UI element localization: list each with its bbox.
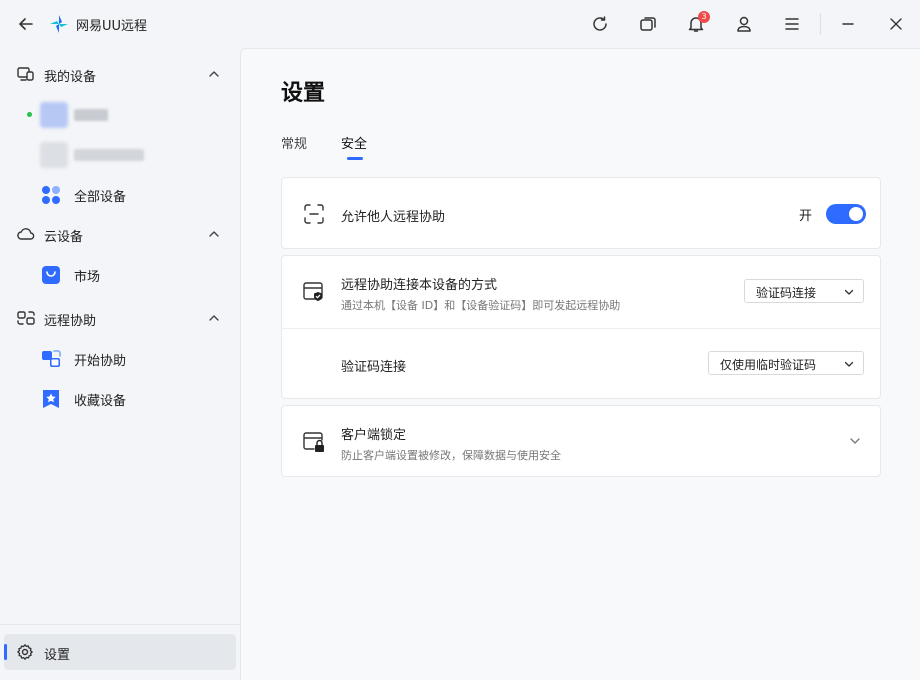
- sidebar-item-label: 设置: [44, 648, 71, 663]
- remote-assist-icon: [16, 309, 36, 327]
- sidebar-item-label: 开始协助: [74, 354, 127, 369]
- sidebar-section-cloud-devices[interactable]: 云设备: [0, 216, 240, 252]
- notification-bell-icon[interactable]: 3: [684, 11, 710, 36]
- sidebar-section-label: 我的设备: [44, 70, 97, 85]
- sidebar-divider: [0, 624, 240, 625]
- minimize-icon[interactable]: [836, 12, 860, 36]
- sidebar: 我的设备 全部设备 云设备 市场 远程协助 开始协助 收藏设备 设置: [0, 48, 240, 680]
- cloud-icon: [16, 225, 36, 243]
- app-logo-icon: [48, 13, 70, 35]
- sidebar-item-label: 市场: [74, 270, 101, 285]
- allow-remote-toggle[interactable]: [826, 204, 866, 224]
- connection-method-card: 远程协助连接本设备的方式 通过本机【设备 ID】和【设备验证码】即可发起远程协助…: [281, 255, 881, 399]
- shield-card-icon: [302, 280, 326, 304]
- client-lock-title: 客户端锁定: [341, 428, 407, 443]
- sidebar-item-all-devices[interactable]: 全部设备: [0, 176, 240, 212]
- sidebar-item-market[interactable]: 市场: [0, 256, 240, 292]
- sidebar-item-label: 收藏设备: [74, 394, 127, 409]
- active-indicator: [4, 644, 7, 660]
- active-tab-underline: [347, 157, 363, 160]
- sidebar-section-label: 云设备: [44, 230, 84, 245]
- menu-icon[interactable]: [780, 12, 804, 36]
- device-item-other[interactable]: [0, 136, 240, 172]
- start-assist-icon: [40, 348, 62, 370]
- toggle-knob: [849, 207, 863, 221]
- app-title: 网易UU远程: [76, 19, 148, 34]
- market-bag-icon: [40, 264, 62, 286]
- client-lock-card[interactable]: 客户端锁定 防止客户端设置被修改，保障数据与使用安全: [281, 405, 881, 477]
- connection-method-select[interactable]: 验证码连接: [744, 279, 864, 303]
- connection-method-subtitle: 通过本机【设备 ID】和【设备验证码】即可发起远程协助: [341, 299, 621, 312]
- scan-frame-icon: [302, 202, 326, 226]
- code-connection-select[interactable]: 仅使用临时验证码: [708, 351, 864, 375]
- online-status-dot: [27, 112, 32, 117]
- titlebar-divider: [820, 13, 821, 35]
- refresh-icon[interactable]: [588, 12, 612, 36]
- connection-method-title: 远程协助连接本设备的方式: [341, 278, 498, 293]
- notification-badge: 3: [698, 11, 710, 23]
- code-connection-title: 验证码连接: [341, 360, 407, 375]
- sidebar-section-remote-assist[interactable]: 远程协助: [0, 300, 240, 336]
- tab-security[interactable]: 安全: [341, 133, 367, 152]
- sidebar-section-my-devices[interactable]: 我的设备: [0, 56, 240, 92]
- back-arrow-icon[interactable]: [14, 12, 38, 36]
- sidebar-item-start-assist[interactable]: 开始协助: [0, 340, 240, 376]
- title-bar: 网易UU远程 3: [0, 0, 920, 48]
- all-devices-icon: [40, 184, 62, 206]
- allow-remote-title: 允许他人远程协助: [341, 210, 446, 225]
- select-value: 验证码连接: [756, 286, 817, 300]
- device-avatar: [40, 102, 68, 128]
- page-title: 设置: [281, 81, 326, 106]
- allow-remote-card: 允许他人远程协助 开: [281, 177, 881, 249]
- select-value: 仅使用临时验证码: [720, 358, 817, 372]
- toggle-state-label: 开: [799, 209, 813, 224]
- device-name-redacted: [74, 109, 108, 121]
- multi-window-icon[interactable]: [636, 12, 660, 36]
- sidebar-section-label: 远程协助: [44, 314, 97, 329]
- chevron-up-icon[interactable]: [207, 311, 221, 325]
- user-account-icon[interactable]: [732, 12, 756, 36]
- chevron-up-icon[interactable]: [207, 67, 221, 81]
- device-avatar: [40, 142, 68, 168]
- gear-icon: [16, 643, 34, 661]
- client-lock-subtitle: 防止客户端设置被修改，保障数据与使用安全: [341, 449, 561, 462]
- close-icon[interactable]: [884, 12, 908, 36]
- device-name-redacted: [74, 149, 144, 161]
- sidebar-item-label: 全部设备: [74, 190, 127, 205]
- tab-general[interactable]: 常规: [281, 133, 307, 152]
- chevron-up-icon[interactable]: [207, 227, 221, 241]
- chevron-down-icon: [843, 358, 855, 370]
- chevron-down-icon: [843, 286, 855, 298]
- lock-window-icon: [302, 430, 326, 454]
- sidebar-item-favorite-devices[interactable]: 收藏设备: [0, 380, 240, 416]
- devices-icon: [16, 65, 36, 83]
- chevron-down-icon[interactable]: [848, 434, 862, 448]
- settings-panel: 设置 常规 安全 允许他人远程协助 开 远程协助连接本设备的方式 通过本机【设备…: [240, 48, 920, 680]
- row-divider: [282, 328, 880, 329]
- sidebar-item-settings[interactable]: 设置: [4, 634, 236, 670]
- favorite-star-icon: [40, 388, 62, 410]
- device-item-current[interactable]: [0, 96, 240, 132]
